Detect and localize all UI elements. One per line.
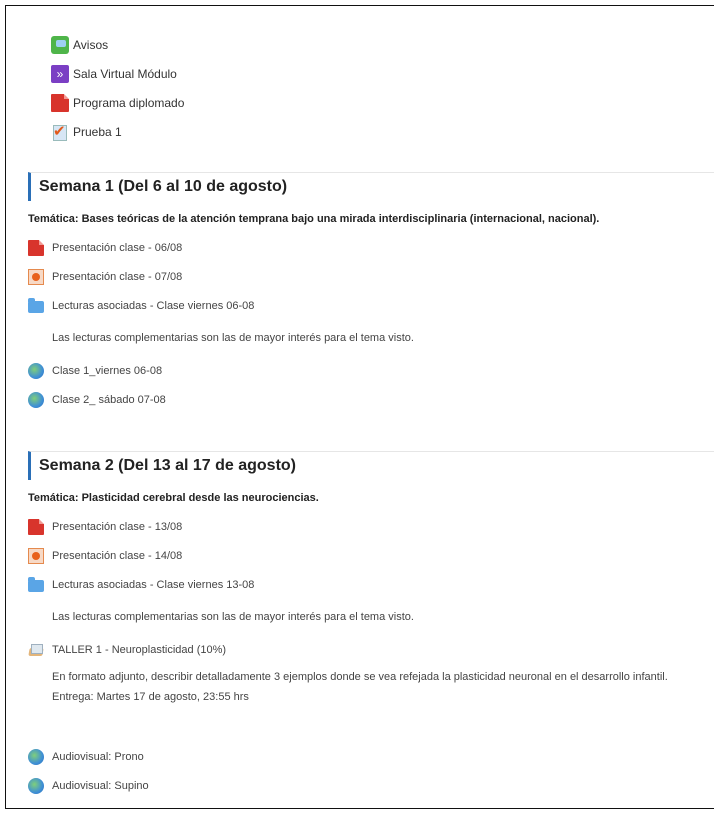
activity-programa[interactable]: Programa diplomado (51, 88, 184, 117)
folder-icon (28, 576, 44, 592)
resource-presentation[interactable]: Presentación clase - 07/08 (28, 262, 714, 291)
resource-label: Presentación clase - 06/08 (52, 241, 183, 254)
section-note: Las lecturas complementarias son las de … (52, 332, 414, 344)
general-section: Avisos » Sala Virtual Módulo Programa di… (51, 30, 184, 146)
pdf-icon (51, 93, 69, 112)
section-week-1: Semana 1 (Del 6 al 10 de agosto) Temátic… (28, 172, 714, 414)
quiz-icon (51, 122, 69, 141)
course-content: Avisos » Sala Virtual Módulo Programa di… (5, 5, 714, 809)
activity-avisos[interactable]: Avisos (51, 30, 184, 59)
section-week-2: Semana 2 (Del 13 al 17 de agosto) Temáti… (28, 451, 714, 800)
resource-label: Lecturas asociadas - Clase viernes 06-08 (52, 299, 255, 312)
activity-label: Sala Virtual Módulo (73, 66, 177, 81)
globe-icon (28, 391, 44, 408)
resource-presentation[interactable]: Presentación clase - 14/08 (28, 541, 714, 570)
pdf-icon (28, 239, 44, 256)
assignment-icon (28, 642, 44, 658)
resource-url[interactable]: Audiovisual: Supino (28, 771, 714, 800)
section-title: Semana 1 (Del 6 al 10 de agosto) (28, 172, 714, 201)
activity-label: Avisos (73, 37, 109, 52)
resource-label: Presentación clase - 13/08 (52, 520, 183, 533)
section-topic: Temática: Bases teóricas de la atención … (28, 213, 600, 225)
resource-url[interactable]: Clase 2_ sábado 07-08 (28, 385, 714, 414)
resource-label: Lecturas asociadas - Clase viernes 13-08 (52, 578, 255, 591)
activity-label: Prueba 1 (73, 124, 122, 139)
resource-label: Presentación clase - 07/08 (52, 270, 183, 283)
assignment-description: En formato adjunto, describir detalladam… (52, 671, 668, 683)
section-note: Las lecturas complementarias son las de … (52, 611, 414, 623)
folder-icon (28, 297, 44, 313)
globe-icon (28, 777, 44, 794)
assignment-deadline: Entrega: Martes 17 de agosto, 23:55 hrs (52, 691, 249, 703)
resource-folder[interactable]: Lecturas asociadas - Clase viernes 13-08 (28, 570, 714, 599)
activity-prueba[interactable]: Prueba 1 (51, 117, 184, 146)
resource-url[interactable]: Clase 1_viernes 06-08 (28, 356, 714, 385)
forum-icon (51, 35, 69, 54)
globe-icon (28, 362, 44, 379)
resource-presentation[interactable]: Presentación clase - 06/08 (28, 233, 714, 262)
activity-sala-virtual[interactable]: » Sala Virtual Módulo (51, 59, 184, 88)
resource-url[interactable]: Audiovisual: Prono (28, 742, 714, 771)
assignment-taller-1[interactable]: TALLER 1 - Neuroplasticidad (10%) (28, 635, 714, 664)
resource-folder[interactable]: Lecturas asociadas - Clase viernes 06-08 (28, 291, 714, 320)
resource-presentation[interactable]: Presentación clase - 13/08 (28, 512, 714, 541)
pdf-icon (28, 518, 44, 535)
powerpoint-icon (28, 547, 44, 564)
section-title: Semana 2 (Del 13 al 17 de agosto) (28, 451, 714, 480)
resource-label: Presentación clase - 14/08 (52, 549, 183, 562)
powerpoint-icon (28, 268, 44, 285)
resource-label: Clase 1_viernes 06-08 (52, 364, 163, 377)
section-topic: Temática: Plasticidad cerebral desde las… (28, 492, 319, 504)
resource-label: Audiovisual: Prono (52, 750, 144, 763)
activity-label: Programa diplomado (73, 95, 185, 110)
globe-icon (28, 748, 44, 765)
assignment-label: TALLER 1 - Neuroplasticidad (10%) (52, 643, 227, 656)
resource-label: Clase 2_ sábado 07-08 (52, 393, 166, 406)
resource-label: Audiovisual: Supino (52, 779, 149, 792)
virtual-room-icon: » (51, 64, 69, 83)
